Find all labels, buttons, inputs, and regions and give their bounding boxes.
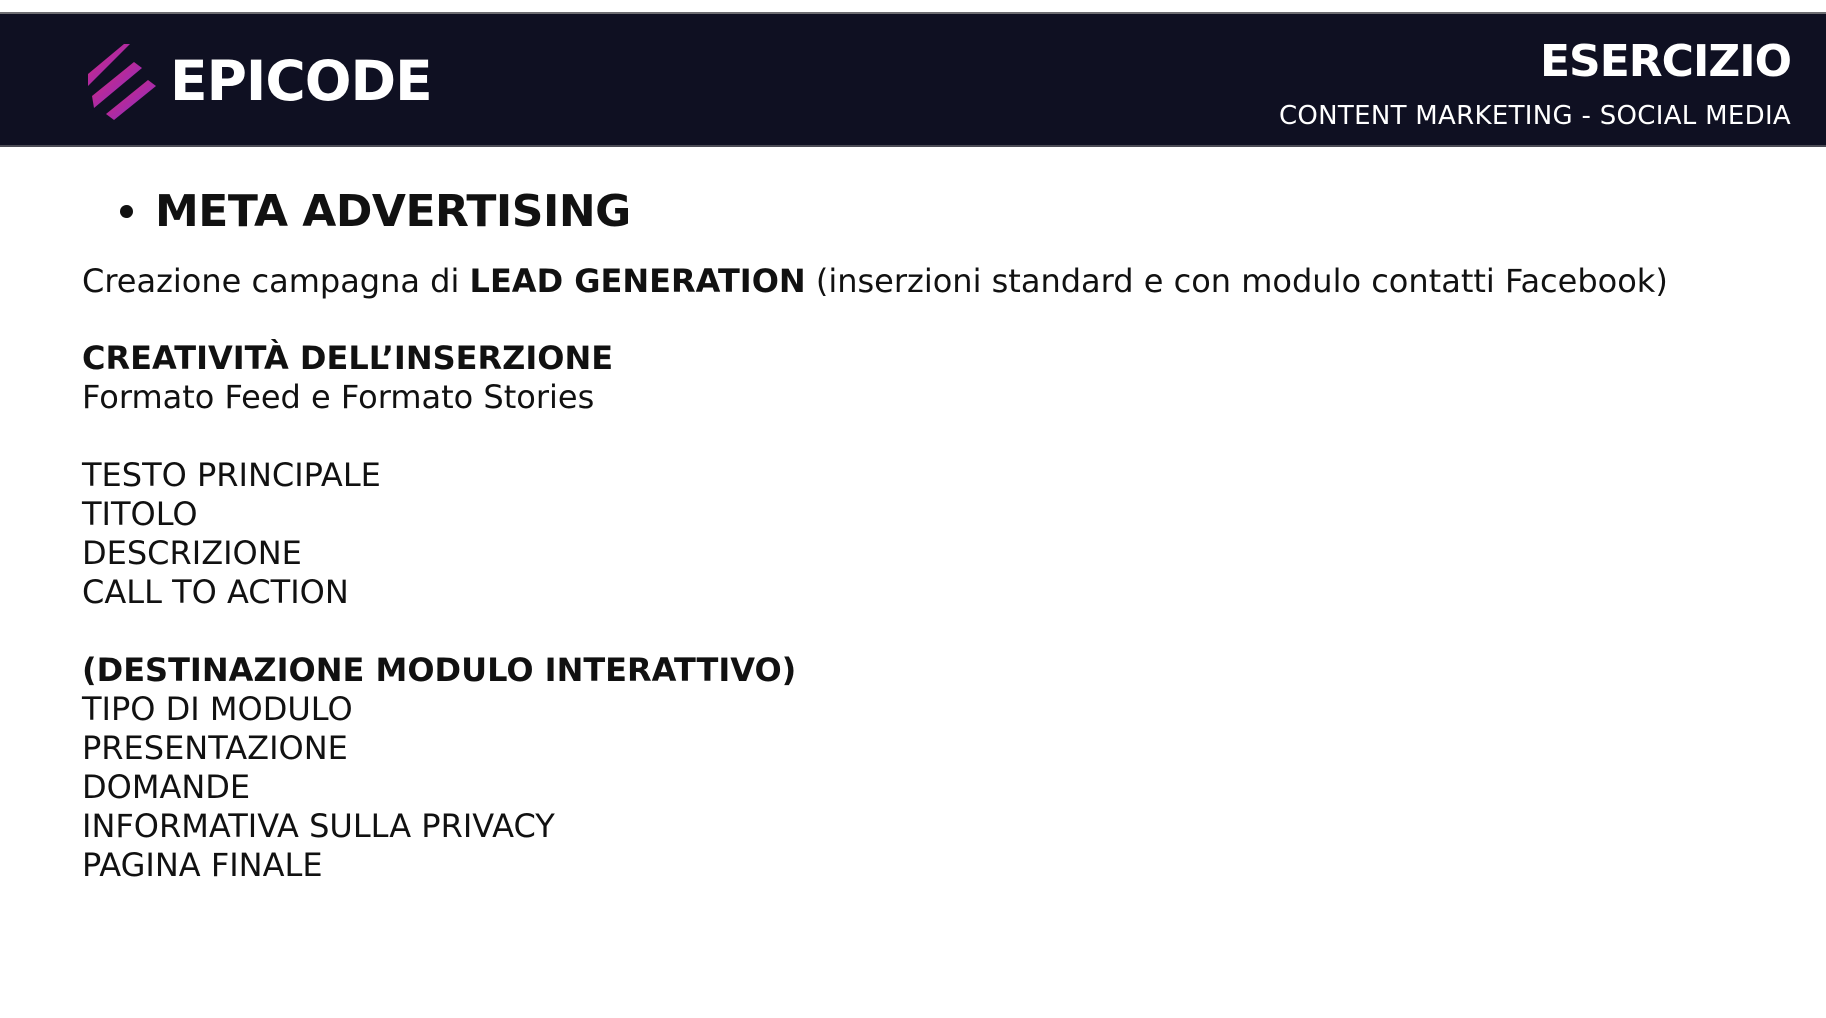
section-heading-text: META ADVERTISING — [155, 185, 631, 237]
list-item: TESTO PRINCIPALE — [82, 456, 381, 494]
page-subtitle: CONTENT MARKETING - SOCIAL MEDIA — [1278, 101, 1791, 131]
top-rule — [0, 0, 1826, 14]
intro-suffix: (inserzioni standard e con modulo contat… — [805, 262, 1668, 300]
list-item: CALL TO ACTION — [82, 573, 349, 611]
list-item: TITOLO — [82, 495, 198, 533]
form-section-title: (DESTINAZIONE MODULO INTERATTIVO) — [82, 651, 797, 689]
section-heading: META ADVERTISING — [120, 178, 1782, 244]
list-item: PAGINA FINALE — [82, 846, 323, 884]
creative-section-title: CREATIVITÀ DELL’INSERZIONE — [82, 339, 614, 377]
intro-emphasis: LEAD GENERATION — [469, 262, 806, 300]
list-item: DESCRIZIONE — [82, 534, 302, 572]
list-item: DOMANDE — [82, 768, 251, 806]
brand-logo: EPICODE — [84, 36, 433, 126]
slide-content: META ADVERTISING Creazione campagna di L… — [82, 178, 1782, 885]
brand-name: EPICODE — [170, 49, 433, 113]
list-item: PRESENTAZIONE — [82, 729, 348, 767]
epicode-stripes-icon — [88, 44, 156, 120]
intro-prefix: Creazione campagna di — [82, 262, 470, 300]
list-item: INFORMATIVA SULLA PRIVACY — [82, 807, 555, 845]
intro-line: Creazione campagna di LEAD GENERATION (i… — [82, 262, 1782, 301]
bullet-icon — [120, 204, 133, 218]
slide-header: EPICODE ESERCIZIO CONTENT MARKETING - SO… — [0, 14, 1826, 147]
header-titles: ESERCIZIO CONTENT MARKETING - SOCIAL MED… — [1278, 24, 1792, 132]
list-item: TIPO DI MODULO — [82, 690, 353, 728]
creative-section-subtitle: Formato Feed e Formato Stories — [82, 378, 595, 416]
page-title: ESERCIZIO — [1539, 36, 1792, 87]
